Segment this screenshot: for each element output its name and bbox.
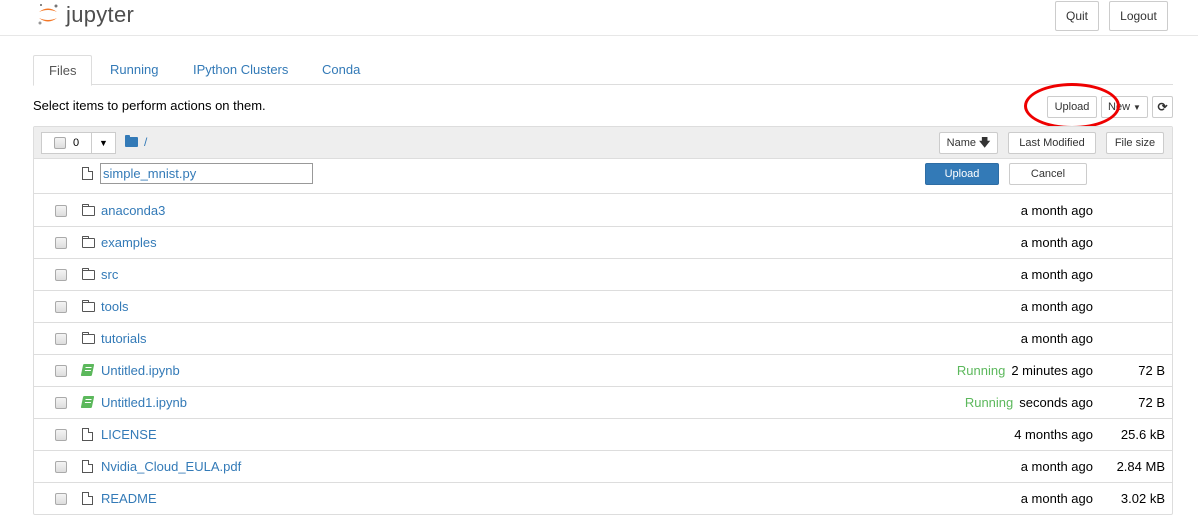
cancel-upload-button[interactable]: Cancel (1009, 163, 1087, 185)
upload-button[interactable]: Upload (1047, 96, 1097, 118)
folder-icon (125, 135, 138, 147)
tab-running[interactable]: Running (95, 55, 173, 85)
item-name-link[interactable]: Nvidia_Cloud_EULA.pdf (101, 459, 241, 474)
folder-icon (82, 268, 95, 280)
item-name-link[interactable]: src (101, 267, 118, 282)
item-checkbox[interactable] (55, 333, 67, 345)
item-last-modified: a month ago (1020, 299, 1093, 314)
file-icon (82, 492, 93, 505)
file-list-header: 0 ▼ / Name 🡇 Last Modified File size (34, 127, 1172, 159)
list-item[interactable]: README a month ago 3.02 kB (34, 483, 1172, 515)
notebook-icon (80, 364, 95, 376)
logout-button[interactable]: Logout (1109, 1, 1168, 31)
tab-files[interactable]: Files (33, 55, 93, 86)
item-file-size: 72 B (1138, 395, 1165, 410)
tab-conda[interactable]: Conda (307, 55, 375, 85)
notebook-icon (80, 396, 95, 408)
running-status: Running (956, 363, 1006, 378)
new-dropdown-button[interactable]: New ▼ (1101, 96, 1148, 118)
list-item[interactable]: anaconda3 a month ago (34, 195, 1172, 227)
running-status: Running (964, 395, 1014, 410)
folder-icon (82, 332, 95, 344)
item-name-link[interactable]: anaconda3 (101, 203, 165, 218)
list-item[interactable]: tutorials a month ago (34, 323, 1172, 355)
item-checkbox[interactable] (55, 205, 67, 217)
item-checkbox[interactable] (55, 493, 67, 505)
file-list-panel: 0 ▼ / Name 🡇 Last Modified File size Upl… (33, 126, 1173, 515)
upload-filename-input[interactable] (100, 163, 313, 184)
item-last-modified: a month ago (1020, 459, 1093, 474)
refresh-icon: ⟳ (1157, 100, 1168, 114)
folder-icon (82, 300, 95, 312)
select-all-group: 0 ▼ (41, 132, 116, 154)
logo-text: jupyter (66, 2, 135, 27)
quit-button[interactable]: Quit (1055, 1, 1099, 31)
tab-ipython-clusters[interactable]: IPython Clusters (178, 55, 303, 85)
pending-upload-row: Upload Cancel (34, 159, 1172, 194)
folder-icon (82, 236, 95, 248)
caret-down-icon: ▼ (1133, 102, 1141, 112)
jupyter-logo-icon (38, 4, 58, 25)
new-label: New (1108, 101, 1131, 113)
item-name-link[interactable]: LICENSE (101, 427, 157, 442)
item-checkbox[interactable] (55, 237, 67, 249)
selection-hint: Select items to perform actions on them. (33, 98, 266, 113)
item-name-link[interactable]: Untitled1.ipynb (101, 395, 187, 410)
file-icon (82, 428, 93, 441)
item-last-modified: a month ago (1020, 331, 1093, 346)
item-last-modified: seconds ago (1019, 395, 1093, 410)
item-file-size: 3.02 kB (1120, 491, 1165, 506)
item-checkbox[interactable] (55, 365, 67, 377)
item-last-modified: a month ago (1020, 267, 1093, 282)
list-item[interactable]: Untitled.ipynb 2 minutes ago Running 72 B (34, 355, 1172, 387)
select-menu-toggle[interactable]: ▼ (92, 132, 116, 154)
confirm-upload-button[interactable]: Upload (925, 163, 999, 185)
item-checkbox[interactable] (55, 397, 67, 409)
item-checkbox[interactable] (55, 429, 67, 441)
caret-down-icon: ▼ (99, 138, 108, 148)
list-item[interactable]: LICENSE 4 months ago 25.6 kB (34, 419, 1172, 451)
item-checkbox[interactable] (55, 269, 67, 281)
item-name-link[interactable]: tools (101, 299, 128, 314)
item-name-link[interactable]: Untitled.ipynb (101, 363, 180, 378)
header-bar: jupyter Quit Logout (0, 0, 1198, 36)
item-file-size: 25.6 kB (1120, 427, 1165, 442)
select-all-checkbox[interactable] (54, 137, 66, 149)
folder-icon (82, 204, 95, 216)
breadcrumb[interactable]: / (125, 135, 147, 149)
file-icon (82, 460, 93, 473)
list-item[interactable]: examples a month ago (34, 227, 1172, 259)
item-last-modified: 2 minutes ago (1011, 363, 1093, 378)
list-item[interactable]: Nvidia_Cloud_EULA.pdf a month ago 2.84 MB (34, 451, 1172, 483)
breadcrumb-root[interactable]: / (144, 135, 147, 149)
refresh-button[interactable]: ⟳ (1152, 96, 1173, 118)
item-name-link[interactable]: README (101, 491, 157, 506)
selected-count: 0 (73, 137, 80, 149)
list-item[interactable]: src a month ago (34, 259, 1172, 291)
item-name-link[interactable]: examples (101, 235, 157, 250)
item-file-size: 2.84 MB (1116, 459, 1165, 474)
select-all-checkbox-button[interactable]: 0 (41, 132, 92, 154)
sort-name-label: Name (946, 137, 977, 149)
tab-bar: Files Running IPython Clusters Conda (33, 55, 1173, 86)
item-file-size: 72 B (1138, 363, 1165, 378)
sort-file-size-button[interactable]: File size (1106, 132, 1164, 154)
item-last-modified: a month ago (1020, 491, 1093, 506)
jupyter-logo[interactable]: jupyter (36, 0, 134, 30)
list-item[interactable]: tools a month ago (34, 291, 1172, 323)
item-last-modified: 4 months ago (1014, 427, 1093, 442)
item-last-modified: a month ago (1020, 235, 1093, 250)
sort-name-button[interactable]: Name 🡇 (939, 132, 998, 154)
arrow-down-icon: 🡇 (979, 136, 991, 149)
item-checkbox[interactable] (55, 301, 67, 313)
item-checkbox[interactable] (55, 461, 67, 473)
item-name-link[interactable]: tutorials (101, 331, 147, 346)
item-last-modified: a month ago (1020, 203, 1093, 218)
list-item[interactable]: Untitled1.ipynb seconds ago Running 72 B (34, 387, 1172, 419)
sort-last-modified-button[interactable]: Last Modified (1008, 132, 1096, 154)
file-icon (82, 167, 93, 180)
